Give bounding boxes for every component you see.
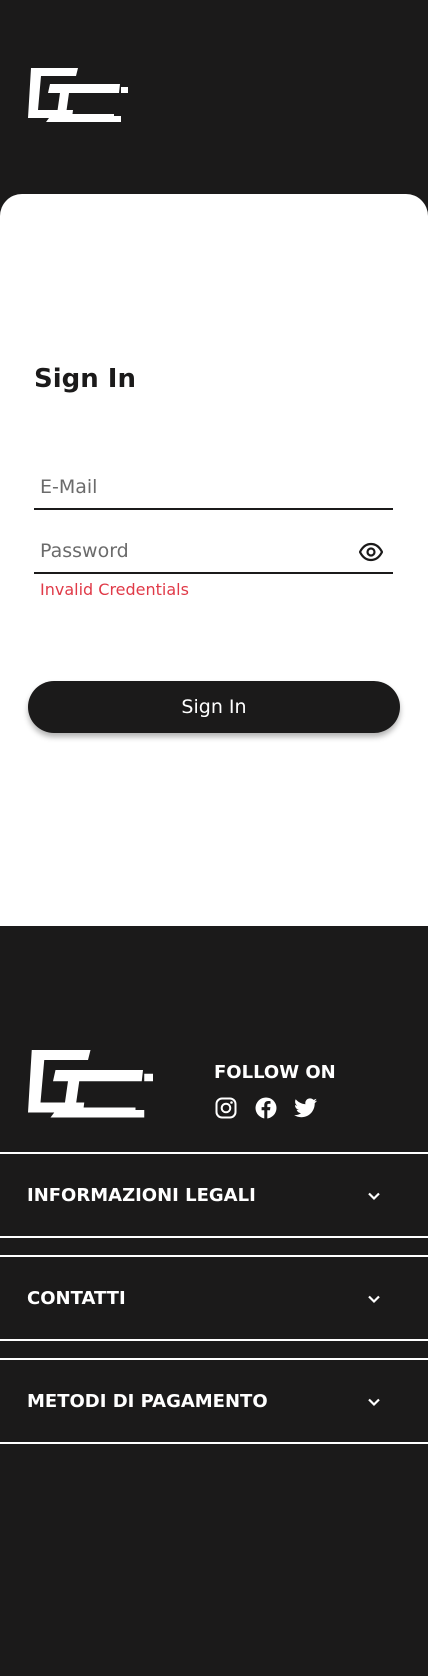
accordion-label: CONTATTI — [27, 1288, 126, 1309]
email-field[interactable] — [40, 472, 340, 502]
accordion-label: INFORMAZIONI LEGALI — [27, 1185, 256, 1206]
password-field[interactable] — [40, 536, 340, 566]
chevron-down-icon[interactable] — [366, 1188, 382, 1204]
email-field-container — [34, 468, 393, 510]
chevron-down-icon[interactable] — [366, 1394, 382, 1410]
footer: FOLLOW ON INFORMAZIONI LEGALI CONTATTI M… — [0, 926, 428, 1676]
instagram-icon[interactable] — [214, 1096, 238, 1120]
accordion-contacts[interactable]: CONTATTI — [0, 1255, 428, 1341]
accordion-legal-info[interactable]: INFORMAZIONI LEGALI — [0, 1152, 428, 1238]
accordion-label: METODI DI PAGAMENTO — [27, 1391, 268, 1412]
sign-in-button[interactable]: Sign In — [28, 681, 400, 733]
error-message: Invalid Credentials — [40, 580, 189, 599]
page-title: Sign In — [34, 364, 136, 394]
cc-logo-icon[interactable] — [28, 68, 128, 132]
password-field-container — [34, 532, 393, 574]
chevron-down-icon[interactable] — [366, 1291, 382, 1307]
social-links — [214, 1096, 318, 1120]
eye-icon[interactable] — [358, 540, 384, 564]
follow-on-label: FOLLOW ON — [214, 1062, 336, 1083]
accordion-payment-methods[interactable]: METODI DI PAGAMENTO — [0, 1358, 428, 1444]
header-bar — [0, 0, 428, 195]
facebook-icon[interactable] — [254, 1096, 278, 1120]
cc-logo-icon[interactable] — [27, 1050, 154, 1130]
signin-card: Sign In Invalid Credentials Sign In — [0, 194, 428, 926]
twitter-icon[interactable] — [294, 1096, 318, 1120]
